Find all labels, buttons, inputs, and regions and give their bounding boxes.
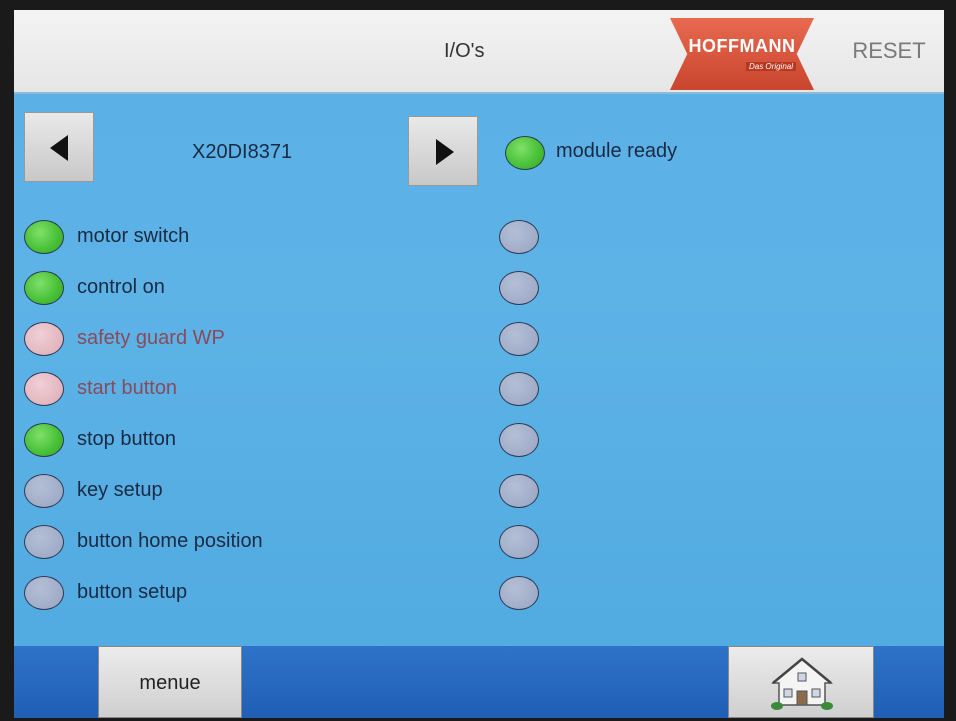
logo-text: HOFFMANN xyxy=(688,36,796,56)
footer-bar: menue xyxy=(14,646,944,718)
menu-button[interactable]: menue xyxy=(98,646,242,718)
input-led-right-1 xyxy=(499,220,539,254)
module-ready-label: module ready xyxy=(556,140,678,162)
input-label-left-6: key setup xyxy=(77,479,163,501)
header-bar: I/O's HOFFMANN Das Original RESET xyxy=(14,10,944,94)
input-led-left-4 xyxy=(24,372,64,406)
input-led-left-1 xyxy=(24,220,64,254)
reset-button[interactable]: RESET xyxy=(834,10,944,92)
home-button[interactable] xyxy=(728,646,874,718)
input-label-left-4: start button xyxy=(77,377,178,399)
input-led-right-3 xyxy=(499,322,539,356)
module-ready-indicator xyxy=(505,136,545,170)
input-label-left-1: motor switch xyxy=(77,225,190,247)
logo-tagline: Das Original xyxy=(745,62,796,71)
arrow-right-icon xyxy=(436,139,454,165)
input-label-left-8: button setup xyxy=(77,581,188,603)
input-label-left-3: safety guard WP xyxy=(77,327,225,349)
hoffmann-logo: HOFFMANN Das Original xyxy=(670,18,814,90)
arrow-left-icon xyxy=(50,135,68,161)
hmi-screen: I/O's HOFFMANN Das Original RESET X20DI8… xyxy=(14,10,944,718)
input-led-left-8 xyxy=(24,576,64,610)
page-title: I/O's xyxy=(444,40,485,62)
input-led-left-5 xyxy=(24,423,64,457)
input-led-right-5 xyxy=(499,423,539,457)
input-led-left-6 xyxy=(24,474,64,508)
input-led-left-2 xyxy=(24,271,64,305)
home-icon xyxy=(770,657,834,710)
input-label-left-5: stop button xyxy=(77,428,176,450)
input-led-right-4 xyxy=(499,372,539,406)
input-label-left-7: button home position xyxy=(77,530,263,552)
input-led-right-8 xyxy=(499,576,539,610)
input-led-left-7 xyxy=(24,525,64,559)
input-led-right-6 xyxy=(499,474,539,508)
next-module-button[interactable] xyxy=(408,116,478,186)
input-led-left-3 xyxy=(24,322,64,356)
input-label-left-2: control on xyxy=(77,276,165,298)
input-led-right-7 xyxy=(499,525,539,559)
prev-module-button[interactable] xyxy=(24,112,94,182)
input-led-right-2 xyxy=(499,271,539,305)
module-name: X20DI8371 xyxy=(192,141,293,163)
